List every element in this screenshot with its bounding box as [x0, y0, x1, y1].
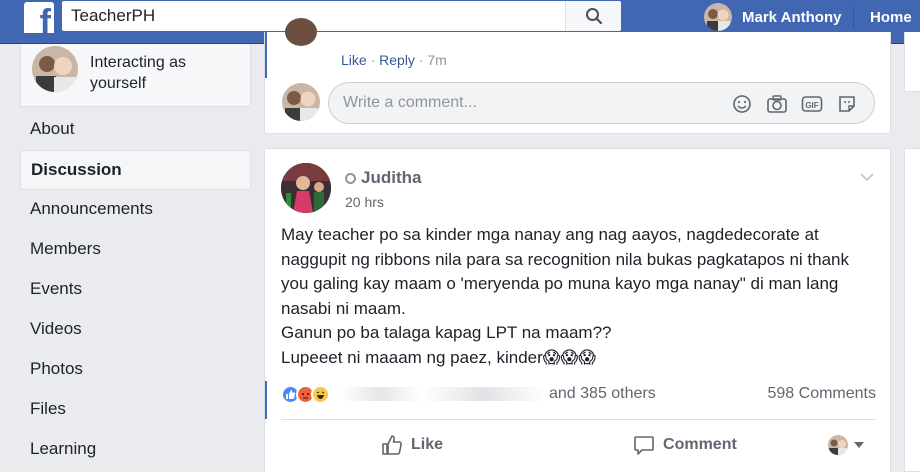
post-text: May teacher po sa kinder mga nanay ang n… [281, 223, 881, 370]
thumbs-up-icon [382, 435, 402, 455]
reaction-icons[interactable] [281, 384, 330, 404]
like-link[interactable]: Like [341, 52, 367, 68]
search-icon [585, 8, 602, 25]
haha-reaction-icon [311, 384, 330, 404]
like-button[interactable]: Like [381, 434, 443, 456]
sidebar-item-discussion[interactable]: Discussion [20, 150, 251, 190]
sidebar-item-learning[interactable]: Learning [20, 430, 251, 470]
post-actions: Like Comment [281, 427, 876, 463]
reply-link[interactable]: Reply [379, 52, 415, 68]
comment-time: 7m [427, 52, 447, 68]
gif-icon[interactable]: GIF [801, 93, 823, 115]
sticker-icon[interactable] [836, 93, 858, 115]
post-line: Ganun po ba talaga kapag LPT na maam?? [281, 323, 612, 342]
right-column-card [904, 32, 920, 92]
post-as-selector[interactable] [828, 435, 864, 455]
divider [281, 419, 876, 420]
sidebar-item-events[interactable]: Events [20, 270, 251, 310]
sidebar-item-announcements[interactable]: Announcements [20, 190, 251, 230]
search-button[interactable] [565, 1, 621, 31]
interacting-as-text: Interacting as yourself [90, 54, 187, 92]
thread-line [265, 32, 267, 78]
speech-bubble-icon [634, 436, 654, 455]
sidebar-item-photos[interactable]: Photos [20, 350, 251, 390]
post-time[interactable]: 20 hrs [345, 194, 384, 210]
divider [853, 6, 854, 28]
sidebar-item-files[interactable]: Files [20, 390, 251, 430]
profile-link[interactable]: Mark Anthony [704, 1, 841, 33]
author-name[interactable]: Juditha [361, 168, 421, 188]
reactors-names-redacted [340, 387, 545, 401]
comment-meta: Like · Reply · 7m [341, 52, 447, 68]
group-navigation: About Discussion Announcements Members E… [20, 110, 251, 470]
post-options-button[interactable] [860, 169, 874, 187]
thread-line [265, 381, 267, 419]
sidebar-item-members[interactable]: Members [20, 230, 251, 270]
reactions-summary: and 385 others 598 Comments [281, 381, 876, 407]
caret-down-icon [854, 442, 864, 448]
sidebar-item-videos[interactable]: Videos [20, 310, 251, 350]
post-card: Juditha 20 hrs May teacher po sa kinder … [264, 148, 891, 472]
previous-post-card: Like · Reply · 7m GIF [264, 18, 891, 134]
sidebar-item-about[interactable]: About [20, 110, 251, 150]
post-line: May teacher po sa kinder mga nanay ang n… [281, 225, 850, 318]
user-name[interactable]: Mark Anthony [742, 9, 841, 26]
facebook-logo[interactable]: f [24, 2, 54, 33]
avatar [282, 83, 320, 121]
comment-input[interactable] [343, 83, 723, 123]
online-status-icon [345, 172, 356, 184]
post-author[interactable]: Juditha [345, 168, 421, 188]
like-label: Like [411, 436, 444, 453]
reactions-count[interactable]: and 385 others [549, 385, 656, 403]
comment-tools: GIF [731, 93, 858, 115]
interacting-as-panel[interactable]: Interacting as yourself [20, 44, 251, 107]
comment-label: Comment [663, 436, 737, 453]
avatar[interactable] [281, 163, 331, 213]
svg-text:GIF: GIF [805, 101, 818, 110]
avatar [285, 18, 317, 46]
search-bar [62, 1, 621, 31]
smiley-icon[interactable] [731, 93, 753, 115]
avatar [828, 435, 848, 455]
avatar [32, 46, 78, 92]
home-link[interactable]: Home [870, 9, 912, 26]
comment-box: GIF [328, 82, 875, 124]
comments-count[interactable]: 598 Comments [768, 385, 877, 403]
avatar [704, 3, 732, 31]
right-column-card [904, 148, 920, 472]
post-line: Lupeeet ni maaam ng paez, kinder😱😱😱 [281, 347, 596, 367]
comment-button[interactable]: Comment [633, 434, 737, 456]
camera-icon[interactable] [766, 93, 788, 115]
chevron-down-icon [860, 173, 874, 182]
